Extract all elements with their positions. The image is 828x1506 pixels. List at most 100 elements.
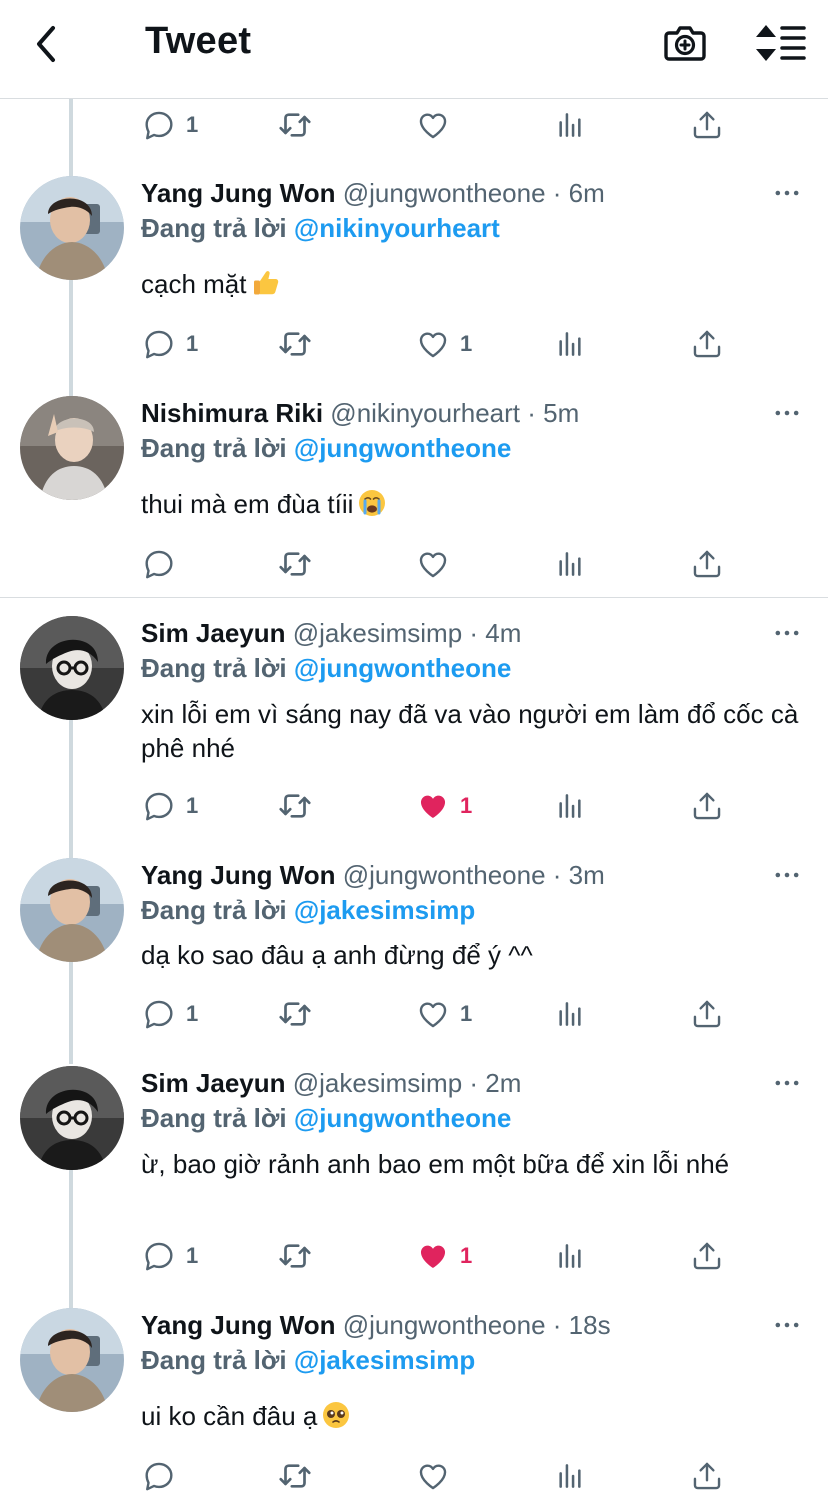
display-name[interactable]: Sim Jaeyun <box>141 1068 286 1098</box>
share-button[interactable] <box>690 994 724 1034</box>
retweet-button[interactable] <box>276 1236 314 1276</box>
share-icon <box>690 327 724 361</box>
user-handle[interactable]: @jakesimsimp <box>293 618 462 648</box>
display-name[interactable]: Sim Jaeyun <box>141 618 286 648</box>
tweet-action-bar: 1 1 <box>0 994 828 1034</box>
display-name[interactable]: Yang Jung Won <box>141 860 336 890</box>
retweet-button[interactable] <box>276 105 314 145</box>
replying-to-label: Đang trả lời <box>141 653 287 683</box>
display-name[interactable]: Yang Jung Won <box>141 1310 336 1340</box>
crying-face-emoji <box>357 488 387 526</box>
tweet-header: Yang Jung Won @jungwontheone · 3m <box>141 858 605 892</box>
user-handle[interactable]: @jungwontheone <box>343 1310 546 1340</box>
avatar[interactable] <box>20 858 124 962</box>
reply-icon <box>142 547 176 581</box>
heart-icon <box>416 327 450 361</box>
stats-button[interactable] <box>554 324 586 364</box>
like-button[interactable]: 1 <box>416 786 472 826</box>
like-button[interactable] <box>416 1456 450 1496</box>
share-button[interactable] <box>690 105 724 145</box>
more-options-button[interactable] <box>770 864 804 886</box>
retweet-button[interactable] <box>276 324 314 364</box>
display-name[interactable]: Nishimura Riki <box>141 398 323 428</box>
more-icon <box>774 871 800 879</box>
reply-button[interactable] <box>142 544 176 584</box>
heart-icon <box>416 547 450 581</box>
avatar[interactable] <box>20 396 124 500</box>
tweet-action-bar: 1 1 <box>0 1236 828 1276</box>
more-icon <box>774 189 800 197</box>
share-button[interactable] <box>690 1236 724 1276</box>
camera-add-icon <box>664 26 706 61</box>
more-options-button[interactable] <box>770 622 804 644</box>
user-handle[interactable]: @jakesimsimp <box>293 1068 462 1098</box>
sort-button[interactable] <box>752 18 808 68</box>
like-button[interactable] <box>416 105 450 145</box>
thumbs-up-emoji <box>251 268 281 306</box>
reply-button[interactable] <box>142 1456 176 1496</box>
reply-button[interactable]: 1 <box>142 994 198 1034</box>
replying-to: Đang trả lời @jungwontheone <box>141 1101 511 1135</box>
tweet-header: Nishimura Riki @nikinyourheart · 5m <box>141 396 579 430</box>
timestamp: · 3m <box>552 860 605 890</box>
tweet-action-bar <box>0 1456 828 1496</box>
more-options-button[interactable] <box>770 182 804 204</box>
reply-button[interactable]: 1 <box>142 1236 198 1276</box>
stats-icon <box>554 998 586 1030</box>
retweet-button[interactable] <box>276 544 314 584</box>
share-button[interactable] <box>690 324 724 364</box>
replying-to: Đang trả lời @nikinyourheart <box>141 211 500 245</box>
stats-button[interactable] <box>554 105 586 145</box>
like-button[interactable] <box>416 544 450 584</box>
user-handle[interactable]: @jungwontheone <box>343 860 546 890</box>
retweet-button[interactable] <box>276 1456 314 1496</box>
camera-button[interactable] <box>660 18 710 68</box>
sort-icon <box>756 25 806 61</box>
more-options-button[interactable] <box>770 1314 804 1336</box>
stats-button[interactable] <box>554 1456 586 1496</box>
avatar[interactable] <box>20 1066 124 1170</box>
retweet-button[interactable] <box>276 994 314 1034</box>
like-button[interactable]: 1 <box>416 1236 472 1276</box>
display-name[interactable]: Yang Jung Won <box>141 178 336 208</box>
share-button[interactable] <box>690 1456 724 1496</box>
stats-button[interactable] <box>554 994 586 1034</box>
stats-icon <box>554 328 586 360</box>
reply-button[interactable]: 1 <box>142 786 198 826</box>
user-handle[interactable]: @nikinyourheart <box>330 398 520 428</box>
tweet-text-content: ui ko cần đâu ạ <box>141 1401 318 1431</box>
stats-button[interactable] <box>554 1236 586 1276</box>
reply-button[interactable]: 1 <box>142 324 198 364</box>
replying-to-handle[interactable]: @jungwontheone <box>294 653 511 683</box>
like-count: 1 <box>460 331 473 356</box>
replying-to-handle[interactable]: @jungwontheone <box>294 433 511 463</box>
reply-count: 1 <box>186 331 199 356</box>
heart-icon <box>416 1459 450 1493</box>
tweet-action-bar: 1 <box>0 105 828 145</box>
replying-to-handle[interactable]: @nikinyourheart <box>294 213 500 243</box>
more-options-button[interactable] <box>770 1072 804 1094</box>
share-button[interactable] <box>690 786 724 826</box>
stats-button[interactable] <box>554 544 586 584</box>
replying-to-handle[interactable]: @jakesimsimp <box>294 895 475 925</box>
share-button[interactable] <box>690 544 724 584</box>
heart-filled-icon <box>416 1239 450 1273</box>
stats-button[interactable] <box>554 786 586 826</box>
avatar[interactable] <box>20 176 124 280</box>
replying-to-handle[interactable]: @jakesimsimp <box>294 1345 475 1375</box>
reply-button[interactable]: 1 <box>142 105 198 145</box>
heart-icon <box>416 108 450 142</box>
tweet-action-bar: 1 1 <box>0 786 828 826</box>
avatar[interactable] <box>20 1308 124 1412</box>
more-options-button[interactable] <box>770 402 804 424</box>
back-button[interactable] <box>22 18 70 70</box>
replying-to-label: Đang trả lời <box>141 213 287 243</box>
retweet-icon <box>276 787 314 825</box>
header-bar: Tweet <box>0 0 828 99</box>
replying-to-handle[interactable]: @jungwontheone <box>294 1103 511 1133</box>
like-button[interactable]: 1 <box>416 324 472 364</box>
avatar[interactable] <box>20 616 124 720</box>
like-button[interactable]: 1 <box>416 994 472 1034</box>
user-handle[interactable]: @jungwontheone <box>343 178 546 208</box>
retweet-button[interactable] <box>276 786 314 826</box>
